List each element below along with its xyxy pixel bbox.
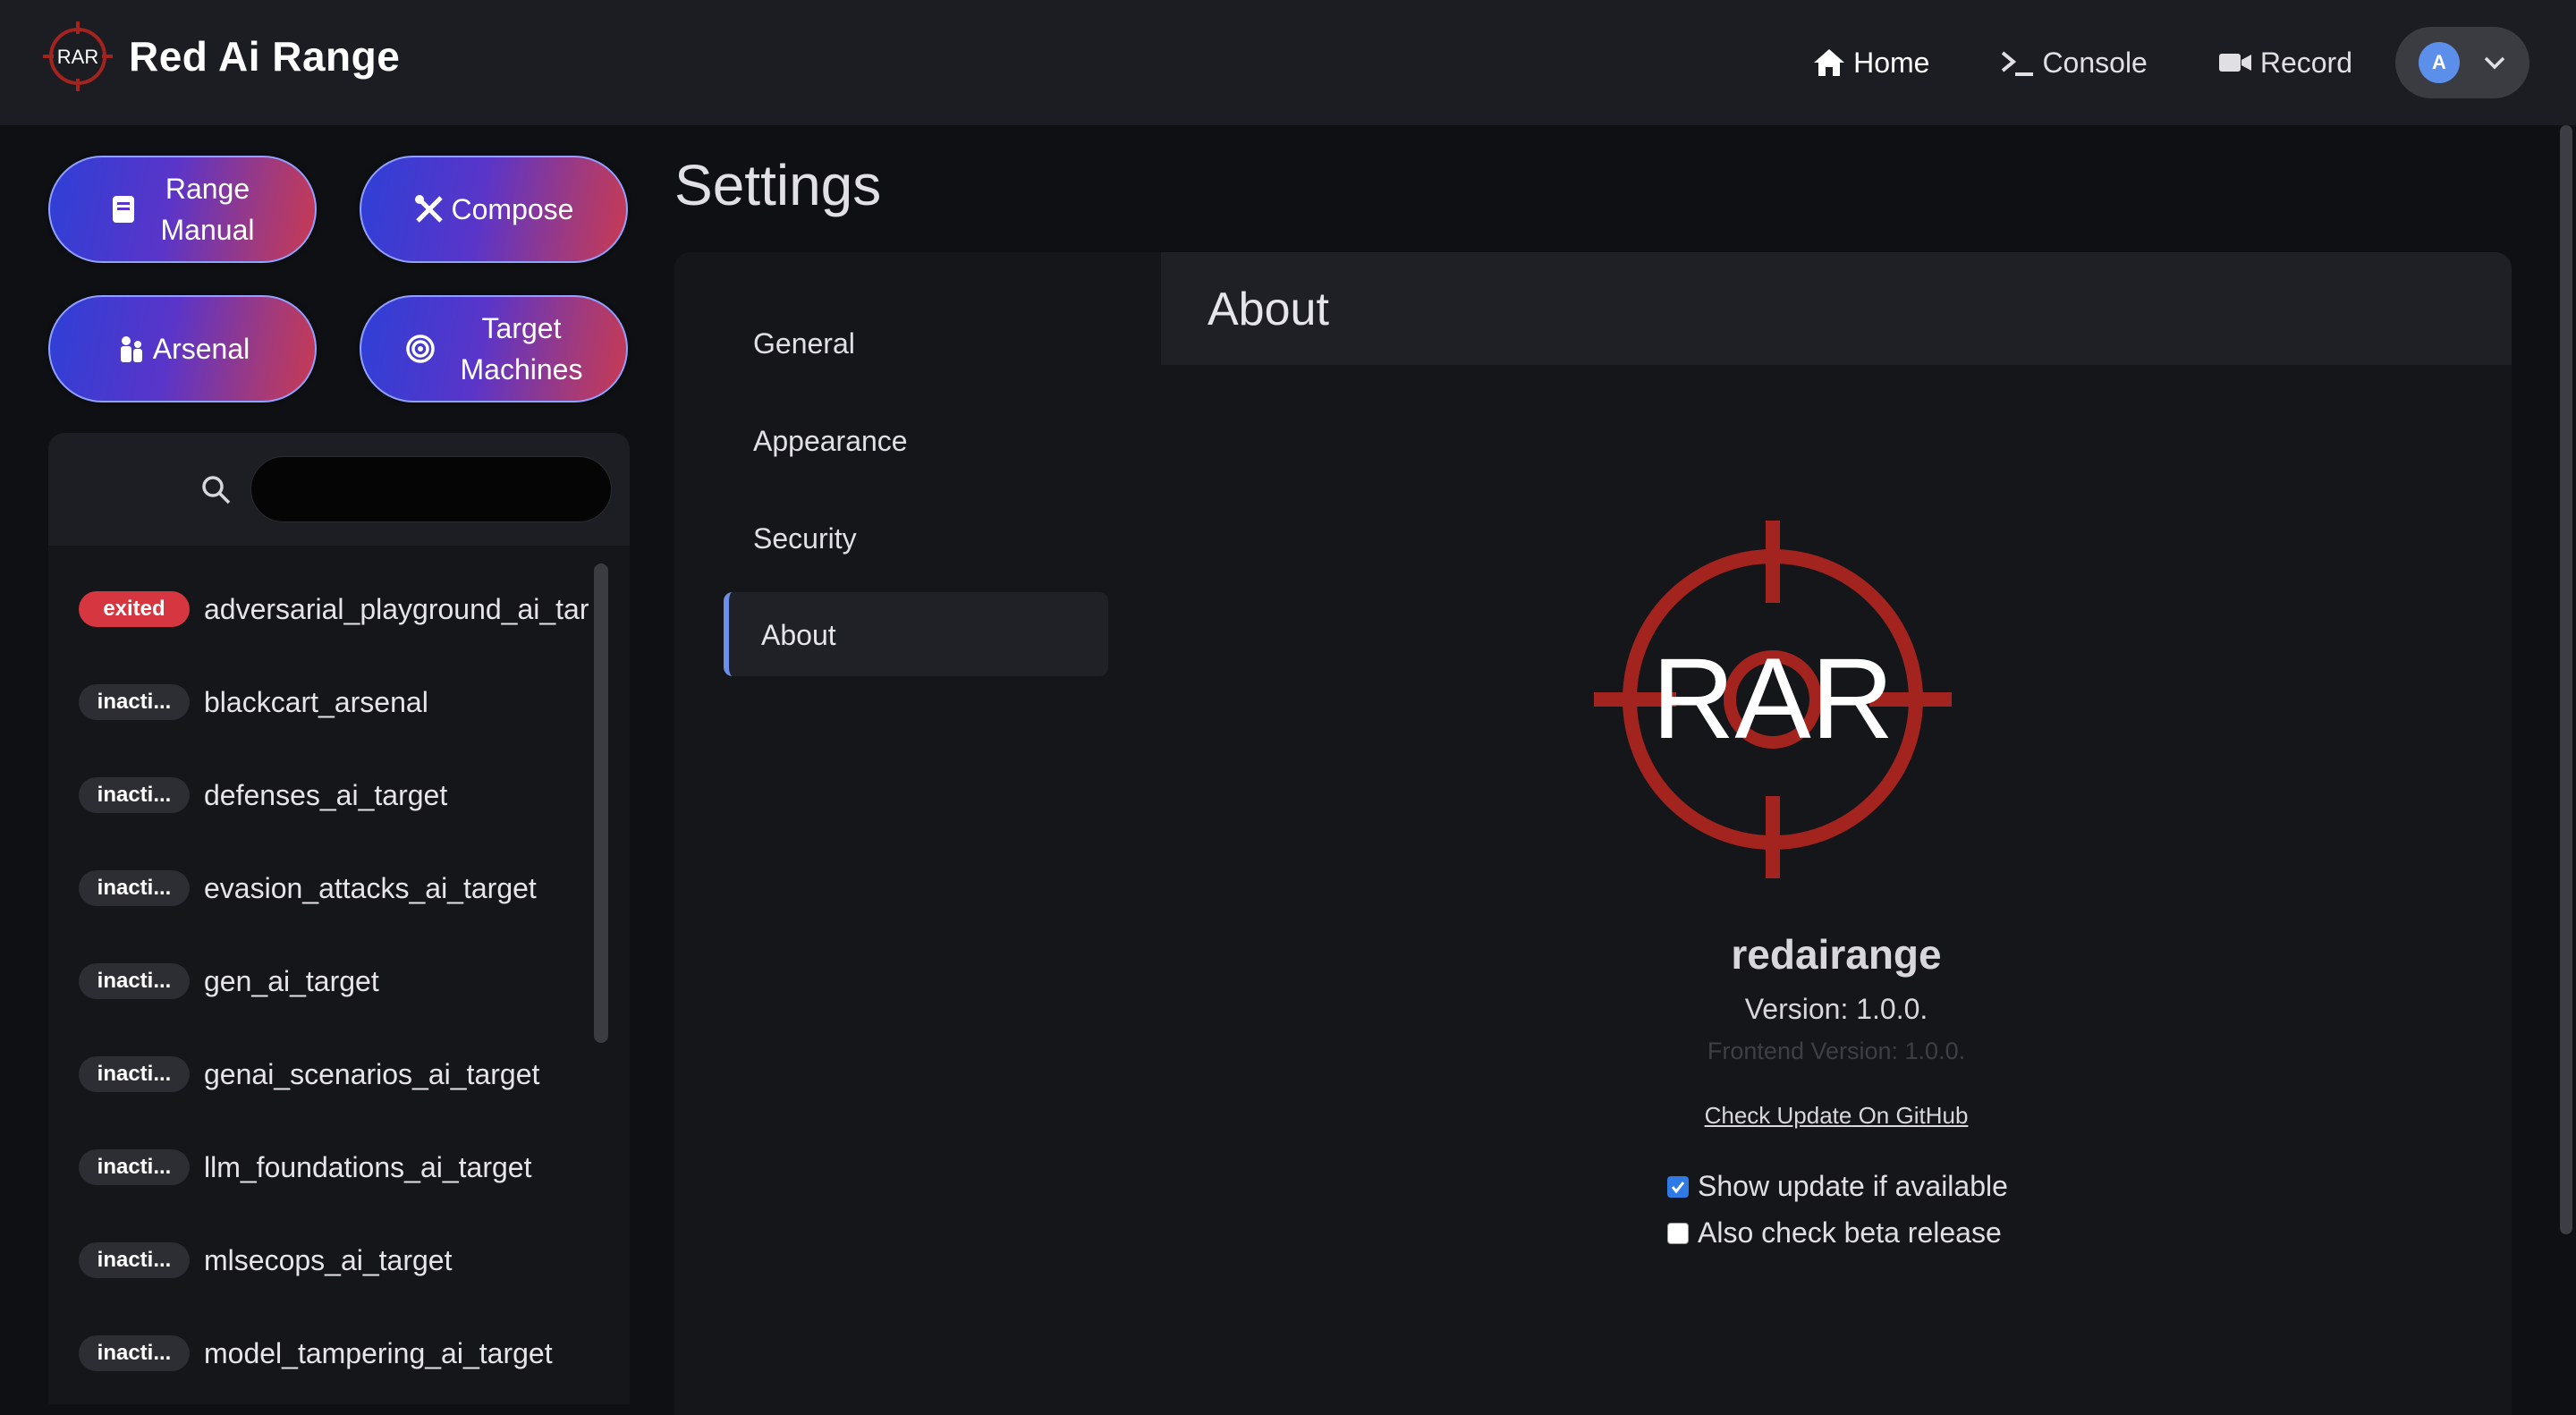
arsenal-button[interactable]: Arsenal [48,295,317,402]
check-update-link[interactable]: Check Update On GitHub [1161,1102,2512,1130]
status-badge: inacti... [79,1149,190,1185]
item-label: gen_ai_target [204,964,379,997]
settings-nav: General Appearance Security About [674,252,1161,1415]
app-logo-icon: RAR [43,21,113,91]
settings-nav-about[interactable]: About [724,592,1108,676]
range-manual-label-1: Range [165,173,250,205]
nav-home[interactable]: Home [1812,47,1929,80]
target-icon [405,334,436,364]
logo-text: RAR [57,46,98,68]
status-badge: inacti... [79,1056,190,1092]
frontend-version-text: Frontend Version: 1.0.0. [1707,1038,1966,1064]
redairange-logo-icon: RAR [1594,521,1952,878]
item-label: adversarial_playground_ai_tar [204,592,589,625]
status-badge: exited [79,591,190,627]
list-item[interactable]: inacti... model_tampering_ai_target [79,1331,553,1376]
list-item[interactable]: inacti... mlsecops_ai_target [79,1238,452,1283]
status-badge: inacti... [79,1242,190,1278]
nav-console-label: Console [2042,46,2148,79]
range-manual-button[interactable]: Range Manual [48,156,317,263]
list-item[interactable]: inacti... genai_scenarios_ai_target [79,1052,539,1097]
settings-card: General Appearance Security About About … [674,252,2512,1415]
top-nav: Home Console Record A [1812,0,2576,125]
beta-release-label: Also check beta release [1698,1216,2002,1249]
item-label: evasion_attacks_ai_target [204,871,537,904]
page-scrollbar[interactable] [2556,125,2576,1234]
content-header: About [1161,252,2512,365]
app-name: redairange [1731,931,1942,978]
chevron-down-icon [2484,56,2505,70]
list-item[interactable]: inacti... gen_ai_target [79,959,379,1004]
show-update-label: Show update if available [1698,1170,2008,1202]
avatar: A [2419,42,2460,83]
target-machines-button[interactable]: Target Machines [360,295,628,402]
item-label: defenses_ai_target [204,778,448,811]
home-icon [1814,49,1845,76]
settings-nav-about-label: About [761,619,836,651]
nav-home-label: Home [1853,46,1930,79]
nav-record[interactable]: Record [2217,47,2352,80]
status-badge: inacti... [79,777,190,813]
list-item[interactable]: inacti... defenses_ai_target [79,773,447,818]
book-icon [111,194,136,225]
item-label: blackcart_arsenal [204,685,428,718]
beta-release-option[interactable]: Also check beta release [1667,1216,2002,1250]
people-icon [115,334,146,364]
compose-button[interactable]: Compose [360,156,628,263]
item-label: mlsecops_ai_target [204,1243,453,1276]
app-title: Red Ai Range [129,33,401,80]
item-label: genai_scenarios_ai_target [204,1057,540,1090]
video-camera-icon [2218,54,2251,72]
settings-nav-general[interactable]: General [753,327,855,360]
status-badge: inacti... [79,870,190,906]
beta-release-checkbox[interactable] [1667,1222,1689,1244]
settings-nav-appearance[interactable]: Appearance [753,425,908,458]
arsenal-label: Arsenal [152,333,250,365]
status-badge: inacti... [79,1335,190,1371]
list-item[interactable]: inacti... llm_foundations_ai_target [79,1145,531,1190]
brand[interactable]: RAR Red Ai Range [41,20,400,93]
status-badge: inacti... [79,963,190,999]
status-badge: inacti... [79,684,190,720]
terminal-icon [2002,51,2034,76]
logo-text: RAR [1652,635,1894,763]
item-label: llm_foundations_ai_target [204,1150,532,1183]
range-manual-label-2: Manual [160,214,255,246]
target-label-1: Target [481,312,562,344]
nav-record-label: Record [2259,46,2352,79]
list-item[interactable]: inacti... evasion_attacks_ai_target [79,866,537,911]
settings-nav-security[interactable]: Security [753,522,857,555]
container-list: exited adversarial_playground_ai_tar ina… [48,546,630,1404]
list-item[interactable]: inacti... blackcart_arsenal [79,680,428,724]
page-title: Settings [674,153,882,217]
list-item[interactable]: exited adversarial_playground_ai_tar [79,587,589,631]
version-text: Version: 1.0.0. [1744,993,1928,1025]
search-input[interactable] [250,456,612,522]
user-menu[interactable]: A [2395,27,2529,98]
list-scrollbar[interactable] [594,563,608,1043]
show-update-checkbox[interactable] [1667,1175,1689,1198]
tools-icon [414,194,445,225]
show-update-option[interactable]: Show update if available [1667,1170,2008,1203]
target-label-2: Machines [460,353,583,386]
section-title: About [1208,284,1329,335]
top-bar: RAR Red Ai Range Home Console Record A [0,0,2576,125]
item-label: model_tampering_ai_target [204,1336,553,1369]
compose-label: Compose [451,193,574,225]
search-panel [48,433,630,546]
nav-console[interactable]: Console [1999,46,2148,80]
search-icon[interactable] [200,474,233,506]
